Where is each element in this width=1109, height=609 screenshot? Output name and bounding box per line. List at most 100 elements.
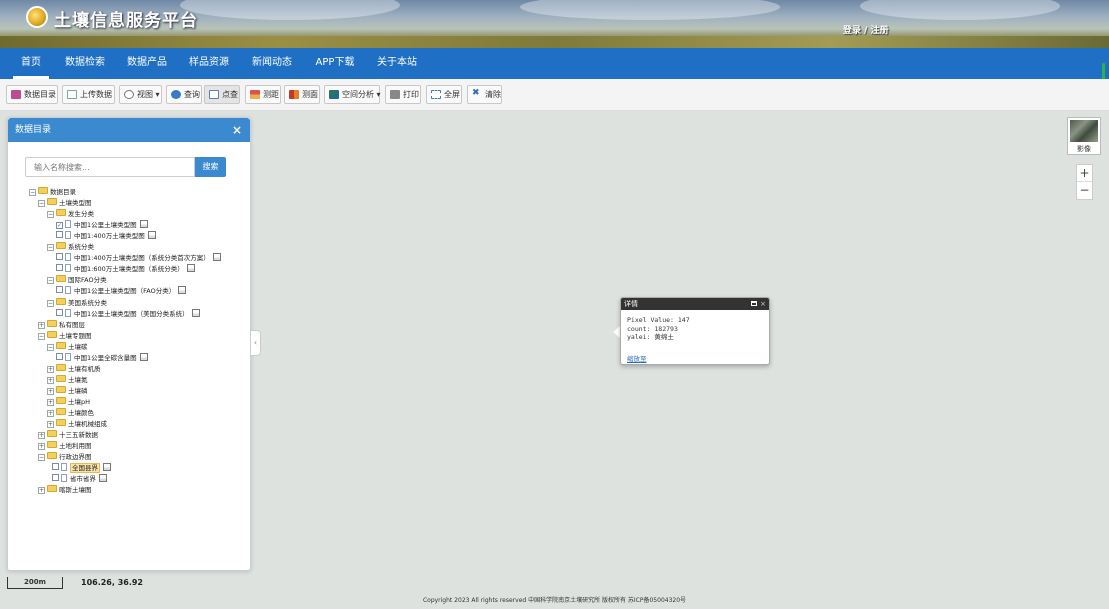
- catalog-search-input[interactable]: [25, 157, 195, 177]
- collapse-icon[interactable]: −: [47, 244, 54, 252]
- tree-folder[interactable]: + 土壤有机质: [47, 363, 101, 375]
- panel-collapse-tab[interactable]: ‹: [251, 330, 261, 356]
- tree-layer[interactable]: 省市省界: [52, 474, 107, 485]
- metadata-icon[interactable]: [147, 231, 156, 240]
- collapse-icon[interactable]: −: [38, 332, 45, 340]
- tree-layer[interactable]: ✓ 中国1公里土壤类型图: [56, 220, 148, 231]
- tree-layer[interactable]: 中国1公里土壤类型图（FAO分类）: [56, 286, 187, 297]
- spatial-analysis-dropdown-button[interactable]: 空间分析 ▾: [324, 85, 381, 104]
- basemap-switcher[interactable]: 影像: [1067, 117, 1101, 155]
- metadata-icon[interactable]: [191, 308, 200, 317]
- tree-folder[interactable]: − 土壤类型图: [38, 198, 92, 209]
- tree-folder[interactable]: + 十三五新数据: [38, 430, 98, 441]
- expand-icon[interactable]: +: [47, 376, 54, 384]
- nav-item-home[interactable]: 首页: [13, 48, 49, 79]
- metadata-icon[interactable]: [139, 352, 148, 361]
- layer-checkbox[interactable]: [56, 253, 63, 261]
- layer-checkbox[interactable]: [56, 264, 63, 272]
- catalog-button[interactable]: 数据目录: [6, 85, 58, 104]
- nav-item-news[interactable]: 新闻动态: [248, 48, 296, 79]
- tree-folder[interactable]: + 土壤磷: [47, 385, 88, 397]
- tree-folder[interactable]: − 系统分类: [47, 242, 94, 253]
- collapse-icon[interactable]: −: [29, 189, 36, 196]
- expand-icon[interactable]: +: [47, 398, 54, 406]
- site-logo-icon[interactable]: [26, 6, 48, 28]
- register-link[interactable]: 注册: [871, 26, 889, 36]
- layer-checkbox[interactable]: [52, 463, 59, 471]
- expand-icon[interactable]: +: [38, 487, 45, 495]
- nav-item-about[interactable]: 关于本站: [373, 48, 421, 79]
- tree-folder[interactable]: − 土壤专题图: [38, 330, 92, 342]
- tree-folder[interactable]: − 土壤碳: [47, 341, 88, 353]
- layer-checkbox[interactable]: ✓: [56, 222, 63, 230]
- zoom-in-button[interactable]: +: [1077, 165, 1092, 182]
- metadata-icon[interactable]: [99, 474, 107, 483]
- tree-folder[interactable]: + 土壤机械组成: [47, 419, 107, 430]
- collapse-icon[interactable]: −: [38, 200, 45, 208]
- tree-folder[interactable]: + 土地利用图: [38, 441, 92, 452]
- tree-folder[interactable]: + 土壤颜色: [47, 408, 94, 419]
- nav-item-data-search[interactable]: 数据检索: [61, 48, 109, 79]
- tree-folder[interactable]: − 数据目录: [29, 187, 76, 198]
- metadata-icon[interactable]: [212, 253, 221, 262]
- tree-folder[interactable]: − 行政边界图: [38, 452, 92, 463]
- folder-icon: [56, 396, 66, 404]
- collapse-icon[interactable]: −: [38, 454, 45, 462]
- site-title[interactable]: 土壤信息服务平台: [54, 6, 198, 31]
- tree-folder[interactable]: + 私有图层: [38, 319, 85, 331]
- expand-icon[interactable]: +: [38, 321, 45, 329]
- layer-checkbox[interactable]: [52, 474, 59, 482]
- expand-icon[interactable]: +: [47, 365, 54, 373]
- maximize-icon[interactable]: [751, 301, 757, 306]
- collapse-icon[interactable]: −: [47, 343, 54, 351]
- popup-close-icon[interactable]: ×: [760, 298, 766, 310]
- print-button[interactable]: 打印: [385, 85, 421, 104]
- expand-icon[interactable]: +: [47, 410, 54, 417]
- tree-layer[interactable]: 中国1:600万土壤类型图（系统分类）: [56, 264, 195, 275]
- metadata-icon[interactable]: [186, 264, 195, 273]
- view-dropdown-button[interactable]: 视图 ▾: [119, 85, 162, 104]
- tree-folder[interactable]: − 国际FAO分类: [47, 275, 107, 286]
- tree-layer[interactable]: 中国1:400万土壤类型图（系统分类首次方案）: [56, 253, 221, 264]
- clear-button[interactable]: ✖ 清除: [467, 85, 502, 104]
- collapse-icon[interactable]: −: [47, 277, 54, 285]
- layer-checkbox[interactable]: [56, 231, 63, 239]
- layer-checkbox[interactable]: [56, 286, 63, 294]
- zoom-out-button[interactable]: −: [1077, 182, 1092, 199]
- nav-item-app-download[interactable]: APP下载: [310, 48, 360, 79]
- collapse-icon[interactable]: −: [47, 299, 54, 307]
- tree-folder[interactable]: − 美国系统分类: [47, 297, 107, 309]
- tree-folder[interactable]: + 喀斯土壤图: [38, 485, 92, 496]
- zoom-to-link[interactable]: 缩放至: [627, 353, 647, 363]
- layer-checkbox[interactable]: [56, 308, 63, 316]
- tree-folder[interactable]: + 土壤氮: [47, 374, 88, 386]
- login-link[interactable]: 登录: [843, 26, 861, 36]
- metadata-icon[interactable]: [139, 220, 148, 229]
- nav-item-data-products[interactable]: 数据产品: [123, 48, 171, 79]
- tree-layer[interactable]: 全国县界: [52, 463, 111, 474]
- expand-icon[interactable]: +: [38, 432, 45, 440]
- fullscreen-button[interactable]: 全屏: [426, 85, 462, 104]
- tree-folder[interactable]: + 土壤pH: [47, 396, 90, 408]
- tree-layer[interactable]: 中国1公里全碳含量图: [56, 352, 148, 364]
- upload-button[interactable]: 上传数据: [62, 85, 115, 104]
- tree-node-label: 数据目录: [50, 188, 76, 196]
- metadata-icon[interactable]: [103, 463, 111, 472]
- collapse-icon[interactable]: −: [47, 211, 54, 219]
- layer-checkbox[interactable]: [56, 352, 63, 360]
- metadata-icon[interactable]: [178, 286, 187, 295]
- tree-layer[interactable]: 中国1:400万土壤类型图: [56, 231, 156, 242]
- clear-button-label: 清除: [485, 90, 501, 99]
- tree-layer[interactable]: 中国1公里土壤类型图（美国分类系统）: [56, 308, 200, 320]
- panel-close-icon[interactable]: ×: [232, 118, 242, 142]
- expand-icon[interactable]: +: [47, 421, 54, 429]
- catalog-search-button[interactable]: 搜索: [195, 157, 226, 177]
- nav-item-sample-resources[interactable]: 样品资源: [185, 48, 233, 79]
- measure-distance-button[interactable]: 测距: [245, 85, 281, 104]
- expand-icon[interactable]: +: [47, 387, 54, 395]
- query-button[interactable]: 查询: [166, 85, 202, 104]
- measure-area-button[interactable]: 测面: [284, 85, 320, 104]
- point-query-button[interactable]: 点查: [204, 85, 240, 104]
- tree-folder[interactable]: − 发生分类: [47, 209, 94, 220]
- expand-icon[interactable]: +: [38, 443, 45, 451]
